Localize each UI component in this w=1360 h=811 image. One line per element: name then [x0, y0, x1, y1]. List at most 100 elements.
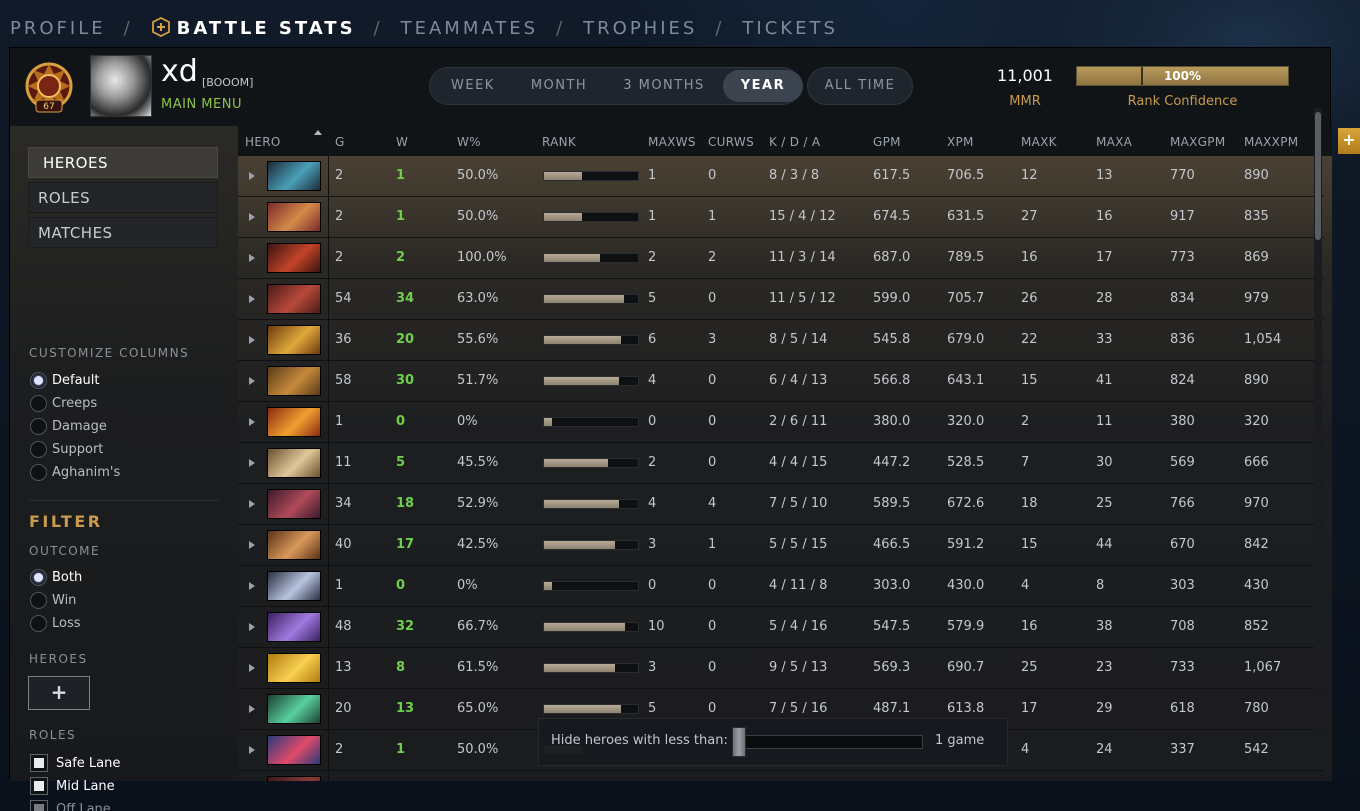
hero-portrait[interactable]: [267, 776, 321, 781]
table-row[interactable]: 48 32 66.7% 10 0 5 / 4 / 16 547.5 579.9 16 38 708 8…: [238, 607, 1324, 648]
column-header-gpm[interactable]: GPM: [873, 135, 901, 149]
column-preset-creeps[interactable]: Creeps: [30, 393, 97, 413]
column-header-hero[interactable]: HERO: [245, 135, 281, 149]
hero-portrait[interactable]: [267, 653, 321, 683]
column-header-maxgpm[interactable]: MAXGPM: [1170, 135, 1225, 149]
hero-portrait[interactable]: [267, 489, 321, 519]
checkbox[interactable]: [30, 754, 48, 772]
table-row[interactable]: 1 0 0% 0 0 4 / 11 / 8 303.0 430.0 4 8 303 430: [238, 566, 1324, 607]
time-filter-year[interactable]: YEAR: [722, 70, 804, 102]
column-header-curws[interactable]: CURWS: [708, 135, 754, 149]
expand-panel-button[interactable]: +: [1338, 128, 1360, 154]
column-header-wpct[interactable]: W%: [457, 135, 481, 149]
hero-portrait[interactable]: [267, 612, 321, 642]
column-header-xpm[interactable]: XPM: [947, 135, 974, 149]
expand-row-icon[interactable]: [249, 295, 255, 303]
hero-portrait[interactable]: [267, 407, 321, 437]
radio-button[interactable]: [30, 417, 47, 435]
table-row[interactable]: 34 18 52.9% 4 4 7 / 5 / 10 589.5 672.6 18 25 766 97…: [238, 484, 1324, 525]
main-menu-link[interactable]: MAIN MENU: [161, 97, 242, 112]
expand-row-icon[interactable]: [249, 377, 255, 385]
expand-row-icon[interactable]: [249, 459, 255, 467]
table-row[interactable]: 11 5 45.5% 2 0 4 / 4 / 15 447.2 528.5 7 30 569 666: [238, 443, 1324, 484]
sidebar-tab-heroes[interactable]: HEROES: [28, 147, 218, 178]
column-header-maxa[interactable]: MAXA: [1096, 135, 1132, 149]
expand-row-icon[interactable]: [249, 500, 255, 508]
role-mid-lane[interactable]: Mid Lane: [30, 776, 115, 796]
column-header-g[interactable]: G: [335, 135, 345, 149]
expand-row-icon[interactable]: [249, 664, 255, 672]
sort-ascending-icon[interactable]: [314, 130, 322, 135]
expand-row-icon[interactable]: [249, 746, 255, 754]
table-row[interactable]: 2 1 50.0% 1 1 15 / 4 / 12 674.5 631.5 27 16 917 835: [238, 197, 1324, 238]
checkbox[interactable]: [30, 800, 48, 811]
column-header-maxxpm[interactable]: MAXXPM: [1244, 135, 1298, 149]
table-row[interactable]: 54 34 63.0% 5 0 11 / 5 / 12 599.0 705.7 26 28 834 9…: [238, 279, 1324, 320]
expand-row-icon[interactable]: [249, 213, 255, 221]
table-row[interactable]: 13 8 61.5% 3 0 9 / 5 / 13 569.3 690.7 25 23 733 1,0…: [238, 648, 1324, 689]
column-preset-default[interactable]: Default: [30, 370, 100, 390]
sidebar-tab-matches[interactable]: MATCHES: [28, 217, 218, 248]
table-scrollbar-thumb[interactable]: [1315, 112, 1321, 240]
table-row[interactable]: 36 20 55.6% 6 3 8 / 5 / 14 545.8 679.0 22 33 836 1,…: [238, 320, 1324, 361]
hero-portrait[interactable]: [267, 161, 321, 191]
hero-portrait[interactable]: [267, 530, 321, 560]
column-header-kda[interactable]: K / D / A: [769, 135, 820, 149]
outcome-win[interactable]: Win: [30, 590, 76, 610]
add-hero-button[interactable]: +: [28, 676, 90, 710]
hero-portrait[interactable]: [267, 448, 321, 478]
nav-item-battle-stats[interactable]: BATTLE STATS: [151, 17, 356, 39]
expand-row-icon[interactable]: [249, 418, 255, 426]
role-safe-lane[interactable]: Safe Lane: [30, 753, 120, 773]
column-header-maxws[interactable]: MAXWS: [648, 135, 696, 149]
expand-row-icon[interactable]: [249, 582, 255, 590]
nav-item-trophies[interactable]: TROPHIES: [583, 18, 697, 39]
radio-button[interactable]: [30, 591, 47, 609]
radio-button[interactable]: [30, 371, 47, 389]
checkbox[interactable]: [30, 777, 48, 795]
outcome-loss[interactable]: Loss: [30, 613, 81, 633]
expand-row-icon[interactable]: [249, 541, 255, 549]
role-off-lane[interactable]: Off Lane: [30, 799, 111, 811]
column-preset-damage[interactable]: Damage: [30, 416, 107, 436]
nav-item-tickets[interactable]: TICKETS: [742, 18, 837, 39]
min-games-slider-track[interactable]: [737, 735, 923, 749]
expand-row-icon[interactable]: [249, 172, 255, 180]
radio-button[interactable]: [30, 568, 47, 586]
time-filter-month[interactable]: MONTH: [513, 70, 605, 102]
hero-portrait[interactable]: [267, 735, 321, 765]
hero-portrait[interactable]: [267, 325, 321, 355]
expand-row-icon[interactable]: [249, 336, 255, 344]
column-header-w[interactable]: W: [396, 135, 408, 149]
radio-button[interactable]: [30, 463, 47, 481]
hero-portrait[interactable]: [267, 366, 321, 396]
hero-portrait[interactable]: [267, 202, 321, 232]
table-row[interactable]: 2 1 50.0% 1 0 8 / 3 / 8 617.5 706.5 12 13 770 890: [238, 156, 1324, 197]
min-games-slider-thumb[interactable]: [732, 727, 746, 757]
expand-row-icon[interactable]: [249, 254, 255, 262]
radio-button[interactable]: [30, 614, 47, 632]
column-header-rank[interactable]: RANK: [542, 135, 576, 149]
hero-portrait[interactable]: [267, 243, 321, 273]
column-header-maxk[interactable]: MAXK: [1021, 135, 1057, 149]
table-row[interactable]: 1 0 0% 0 0 2 / 6 / 11 380.0 320.0 2 11 380 320: [238, 402, 1324, 443]
nav-item-teammates[interactable]: TEAMMATES: [401, 18, 538, 39]
time-filter-3-months[interactable]: 3 MONTHS: [605, 70, 723, 102]
table-row[interactable]: 58 30 51.7% 4 0 6 / 4 / 13 566.8 643.1 15 41 824 89…: [238, 361, 1324, 402]
hero-portrait[interactable]: [267, 571, 321, 601]
outcome-both[interactable]: Both: [30, 567, 82, 587]
avatar[interactable]: [90, 55, 152, 117]
nav-item-profile[interactable]: PROFILE: [10, 18, 106, 39]
column-preset-aghanims[interactable]: Aghanim's: [30, 462, 120, 482]
table-row[interactable]: 2 2 100.0% 2 2 11 / 3 / 14 687.0 789.5 16 17 773 86…: [238, 238, 1324, 279]
hero-portrait[interactable]: [267, 284, 321, 314]
hero-portrait[interactable]: [267, 694, 321, 724]
all-time-button[interactable]: ALL TIME: [807, 67, 913, 105]
sidebar-tab-roles[interactable]: ROLES: [28, 182, 218, 213]
radio-button[interactable]: [30, 394, 47, 412]
time-filter-week[interactable]: WEEK: [433, 70, 513, 102]
column-preset-support[interactable]: Support: [30, 439, 103, 459]
expand-row-icon[interactable]: [249, 623, 255, 631]
radio-button[interactable]: [30, 440, 47, 458]
expand-row-icon[interactable]: [249, 705, 255, 713]
